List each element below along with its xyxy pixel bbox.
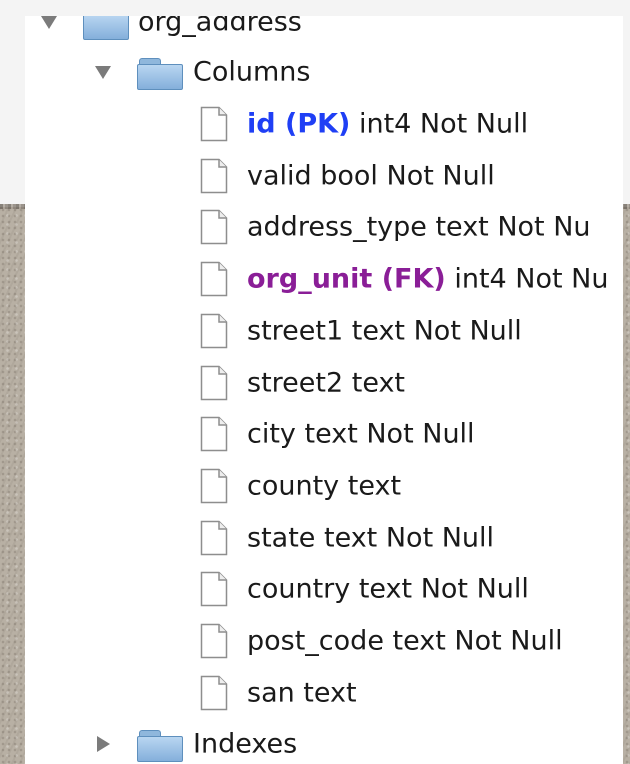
tree-node-table[interactable]: org_address	[25, 16, 623, 48]
column-definition: country text Not Null	[247, 573, 529, 605]
column-label: address_type text Not Nu	[247, 214, 591, 241]
tree-node-indexes-folder[interactable]: Indexes	[25, 718, 623, 764]
schema-tree-panel[interactable]: org_address Columns id (PK) int4 Not Nul…	[25, 16, 623, 764]
column-label: street2 text	[247, 369, 405, 396]
disclosure-triangle-down-icon[interactable]	[41, 16, 57, 29]
column-label: org_unit (FK) int4 Not Nu	[247, 266, 609, 293]
tree-node-column[interactable]: state text Not Null	[25, 512, 623, 564]
column-label: valid bool Not Null	[247, 162, 495, 189]
tree-node-column[interactable]: org_unit (FK) int4 Not Nu	[25, 253, 623, 305]
tree-node-column[interactable]: street1 text Not Null	[25, 305, 623, 357]
document-icon	[200, 313, 228, 349]
document-icon	[200, 261, 228, 297]
document-icon	[200, 675, 228, 711]
tree-node-column[interactable]: id (PK) int4 Not Null	[25, 98, 623, 150]
column-definition: county text	[247, 470, 402, 502]
document-icon	[200, 416, 228, 452]
column-label: city text Not Null	[247, 421, 475, 448]
column-definition: address_type text Not Nu	[247, 211, 591, 243]
columns-folder-label: Columns	[193, 56, 311, 88]
column-definition: post_code text Not Null	[247, 625, 563, 657]
document-icon	[200, 623, 228, 659]
document-icon	[200, 520, 228, 556]
column-label: post_code text Not Null	[247, 628, 563, 655]
folder-icon	[83, 16, 129, 40]
column-label: street1 text Not Null	[247, 317, 522, 344]
column-definition: valid bool Not Null	[247, 160, 495, 192]
column-definition: state text Not Null	[247, 522, 495, 554]
document-icon	[200, 468, 228, 504]
column-label: country text Not Null	[247, 576, 529, 603]
column-label: state text Not Null	[247, 524, 494, 551]
primary-key-name: id (PK)	[247, 108, 351, 140]
column-definition: int4 Not Null	[350, 108, 529, 140]
tree-node-column[interactable]: post_code text Not Null	[25, 615, 623, 667]
table-name: org_address	[138, 16, 302, 38]
document-icon	[200, 571, 228, 607]
tree-node-column[interactable]: county text	[25, 460, 623, 512]
column-definition: city text Not Null	[247, 418, 475, 450]
tree-node-column[interactable]: address_type text Not Nu	[25, 201, 623, 253]
column-label: san text	[247, 679, 357, 706]
document-icon	[200, 158, 228, 194]
folder-icon	[137, 58, 183, 90]
tree-node-column[interactable]: city text Not Null	[25, 408, 623, 460]
column-definition: street1 text Not Null	[247, 315, 522, 347]
column-definition: san text	[247, 677, 357, 709]
tree-node-column[interactable]: street2 text	[25, 357, 623, 409]
column-definition: street2 text	[247, 367, 406, 398]
tree-node-column[interactable]: country text Not Null	[25, 563, 623, 615]
document-icon	[200, 106, 228, 142]
column-label: county text	[247, 472, 401, 499]
disclosure-triangle-down-icon[interactable]	[95, 66, 111, 79]
column-definition: int4 Not Nu	[445, 263, 609, 295]
disclosure-triangle-right-icon[interactable]	[97, 736, 110, 752]
indexes-folder-label: Indexes	[193, 728, 298, 760]
tree-node-column[interactable]: san text	[25, 667, 623, 719]
document-icon	[200, 365, 228, 401]
tree-node-columns-folder[interactable]: Columns	[25, 46, 623, 98]
foreign-key-name: org_unit (FK)	[247, 263, 446, 295]
document-icon	[200, 209, 228, 245]
folder-icon	[137, 730, 183, 762]
column-label: id (PK) int4 Not Null	[247, 111, 528, 138]
tree-node-column[interactable]: valid bool Not Null	[25, 150, 623, 202]
